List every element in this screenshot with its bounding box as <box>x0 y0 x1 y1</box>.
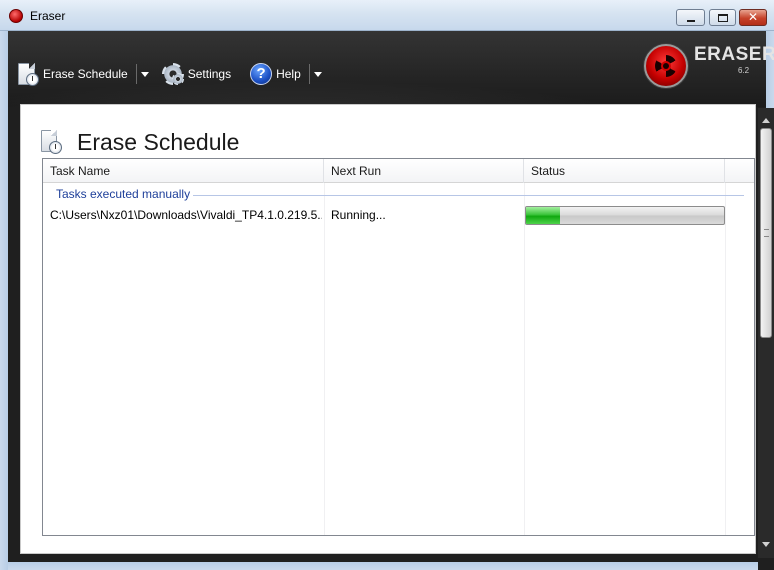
schedule-page-icon <box>39 128 63 156</box>
task-list-header: Task Name Next Run Status <box>43 159 754 183</box>
scroll-up-icon[interactable] <box>762 118 770 123</box>
group-divider <box>193 195 744 196</box>
status-progress-bar <box>525 206 725 225</box>
window-frame-right <box>766 31 774 108</box>
scrollbar-thumb[interactable] <box>760 128 772 338</box>
table-row[interactable]: C:\Users\Nxz01\Downloads\Vivaldi_TP4.1.0… <box>43 205 754 225</box>
group-header-manual[interactable]: Tasks executed manually <box>56 187 190 201</box>
help-icon: ? <box>249 62 273 86</box>
column-header-task-name[interactable]: Task Name <box>43 159 324 183</box>
close-icon: ✕ <box>747 10 759 24</box>
toolbar-area: Erase Schedule Settings ? Help ERASER 6.… <box>8 31 774 107</box>
column-header-extra[interactable] <box>725 159 754 183</box>
close-button[interactable]: ✕ <box>739 9 767 26</box>
gear-icon <box>161 62 185 86</box>
scroll-down-icon[interactable] <box>762 542 770 547</box>
main-toolbar: Erase Schedule Settings ? Help <box>16 59 334 89</box>
column-header-next-run[interactable]: Next Run <box>324 159 524 183</box>
erase-schedule-dropdown-icon[interactable] <box>140 71 149 77</box>
page-title: Erase Schedule <box>77 128 240 155</box>
help-label: Help <box>276 67 301 81</box>
content-panel: Erase Schedule Task Name Next Run Status… <box>20 104 756 554</box>
window-title: Eraser <box>30 9 66 23</box>
page-header: Erase Schedule <box>39 127 239 157</box>
help-dropdown-icon[interactable] <box>313 71 322 77</box>
eraser-app-icon[interactable] <box>9 9 23 23</box>
title-bar[interactable]: Eraser ✕ <box>0 0 774 31</box>
eraser-logo: ERASER 6.2 <box>644 40 774 90</box>
window-frame-left <box>0 31 8 570</box>
minimize-icon <box>687 20 695 22</box>
logo-version: 6.2 <box>738 66 750 75</box>
erase-schedule-button[interactable]: Erase Schedule <box>16 59 128 89</box>
next-run-cell: Running... <box>331 208 386 222</box>
vertical-scrollbar[interactable] <box>758 108 774 558</box>
schedule-document-icon <box>16 62 40 86</box>
task-name-cell: C:\Users\Nxz01\Downloads\Vivaldi_TP4.1.0… <box>50 208 322 222</box>
maximize-icon <box>718 14 728 22</box>
logo-text: ERASER <box>694 44 774 65</box>
task-list[interactable]: Task Name Next Run Status Tasks executed… <box>42 158 755 536</box>
settings-label: Settings <box>187 67 232 81</box>
help-button[interactable]: ? Help <box>249 59 301 89</box>
erase-schedule-label: Erase Schedule <box>43 67 128 81</box>
settings-button[interactable]: Settings <box>161 59 231 89</box>
column-header-status[interactable]: Status <box>524 159 725 183</box>
minimize-button[interactable] <box>676 9 705 26</box>
radiation-logo-icon <box>644 44 688 88</box>
maximize-button[interactable] <box>709 9 736 26</box>
window-frame-bottom <box>8 562 758 570</box>
eraser-window: Eraser ✕ Erase Schedule Settings ? Help … <box>0 0 774 570</box>
progress-fill <box>526 207 560 224</box>
